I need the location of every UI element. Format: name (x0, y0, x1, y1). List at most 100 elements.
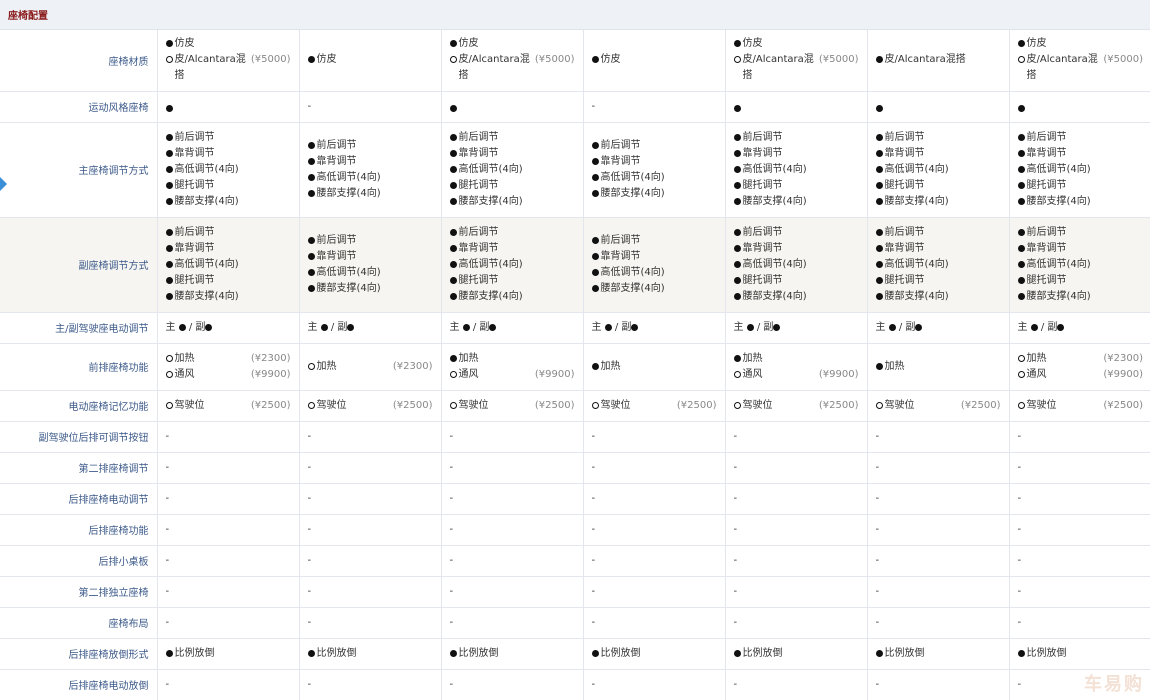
main-sub-text: 主 / 副 (876, 320, 923, 336)
item-text: 前后调节 (316, 234, 357, 246)
item-text: 比例放倒 (458, 647, 499, 659)
spec-item (165, 101, 291, 112)
spec-item: 腿托调节 (875, 273, 1001, 289)
standard-dot-icon (875, 260, 883, 268)
expand-arrow-icon[interactable] (0, 177, 7, 191)
spec-item: 腰部支撑(4向) (591, 281, 717, 297)
spec-cell: - (725, 421, 868, 453)
item-text: 腿托调节 (174, 274, 215, 286)
dash-text: - (591, 100, 596, 112)
item-text: 腰部支撑(4向) (458, 195, 523, 207)
spec-cell: - (299, 452, 442, 484)
item-text: 加热 (174, 352, 195, 364)
item-text: 前后调节 (458, 226, 499, 238)
optional-circle-icon (591, 401, 599, 409)
item-text: 前后调节 (600, 234, 641, 246)
standard-dot-icon (875, 56, 883, 64)
dash-text: - (733, 617, 738, 628)
option-price: (¥2500) (534, 399, 575, 411)
dash-text: - (165, 586, 170, 597)
item-text: 腰部支撑(4向) (316, 282, 381, 294)
standard-dot-icon (733, 649, 741, 657)
spec-item: 靠背调节 (307, 249, 433, 265)
item-text: 比例放倒 (174, 647, 215, 659)
item-text: 加热 (600, 360, 621, 372)
filled-dot-icon (631, 323, 639, 331)
dash-text: - (307, 462, 312, 473)
spec-item: 仿皮 (165, 36, 291, 52)
dash-text: - (449, 679, 454, 690)
main-sub-value: 主 / 副 (876, 320, 1001, 336)
standard-dot-icon (449, 40, 457, 48)
spec-cell: - (583, 483, 726, 515)
spec-item: 靠背调节 (449, 146, 575, 162)
dash-text: - (307, 617, 312, 628)
spec-cell: - (583, 545, 726, 577)
item-text: 腿托调节 (884, 179, 925, 191)
item-text: 靠背调节 (600, 250, 641, 262)
item-text: 高低调节(4向) (1026, 258, 1091, 270)
spec-item: 加热 (733, 351, 859, 367)
spec-item: 通风 (¥9900) (1017, 367, 1143, 383)
dash-text: - (307, 524, 312, 535)
dash-text: - (307, 100, 312, 112)
spec-item: 加热 (875, 359, 1001, 375)
spec-item: 腰部支撑(4向) (875, 194, 1001, 210)
item-text: 高低调节(4向) (742, 258, 807, 270)
item-text: 通风 (458, 368, 479, 380)
dash-text: - (449, 555, 454, 566)
standard-dot-icon (733, 197, 741, 205)
item-text: 靠背调节 (316, 250, 357, 262)
main-sub-text: 主 / 副 (1018, 320, 1065, 336)
spec-cell: - (867, 545, 1010, 577)
standard-dot-icon (449, 133, 457, 141)
standard-dot-icon (733, 260, 741, 268)
spec-cell: 加热 (¥2300) 通风 (¥9900) (157, 343, 300, 391)
dash-text: - (449, 462, 454, 473)
standard-dot-icon (875, 165, 883, 173)
spec-cell: - (1009, 545, 1150, 577)
item-text: 加热 (884, 360, 905, 372)
spec-cell: - (441, 421, 584, 453)
spec-cell: - (1009, 483, 1150, 515)
spec-cell: - (583, 421, 726, 453)
spec-cell: 仿皮 (299, 30, 442, 92)
item-text: 高低调节(4向) (458, 163, 523, 175)
spec-cell: 前后调节 靠背调节 高低调节(4向) 腿托调节 腰部支撑(4向) (1009, 217, 1150, 313)
item-text: 仿皮 (600, 54, 621, 66)
item-text: 腿托调节 (174, 179, 215, 191)
spec-cell: 主 / 副 (157, 312, 300, 344)
main-sub-text: 主 / 副 (166, 320, 213, 336)
spec-item: 比例放倒 (875, 646, 1001, 662)
dash-text: - (165, 493, 170, 504)
spec-item: 高低调节(4向) (1017, 162, 1144, 178)
spec-item: 腰部支撑(4向) (733, 289, 859, 305)
standard-dot-icon (1017, 149, 1025, 157)
spec-item (449, 101, 575, 112)
spec-cell: - (157, 452, 300, 484)
spec-cell: - (299, 421, 442, 453)
spec-item: 通风 (¥9900) (449, 367, 575, 383)
dash-text: - (1017, 493, 1022, 504)
spec-cell (157, 91, 300, 123)
row-label: 后排座椅电动放倒 (0, 669, 158, 700)
main-label: 主 (1017, 321, 1031, 333)
standard-dot-icon (875, 362, 883, 370)
standard-dot-icon (733, 133, 741, 141)
spec-item: 前后调节 (449, 225, 575, 241)
sub-label: / 副 (753, 321, 774, 333)
item-text: 腰部支撑(4向) (458, 290, 523, 302)
spec-item: 前后调节 (307, 138, 433, 154)
spec-item: 皮/Alcantara混搭 (¥5000) (733, 52, 859, 84)
spec-item: 靠背调节 (733, 146, 859, 162)
spec-cell: 皮/Alcantara混搭 (867, 30, 1010, 92)
spec-cell: 前后调节 靠背调节 高低调节(4向) 腰部支撑(4向) (299, 217, 442, 313)
sub-label: / 副 (611, 321, 632, 333)
sub-label: / 副 (185, 321, 206, 333)
spec-cell: - (157, 576, 300, 608)
optional-circle-icon (733, 370, 741, 378)
standard-dot-icon (733, 40, 741, 48)
item-text: 加热 (316, 360, 337, 372)
spec-cell: 前后调节 靠背调节 高低调节(4向) 腿托调节 腰部支撑(4向) (441, 122, 584, 218)
option-price: (¥5000) (1103, 54, 1143, 66)
